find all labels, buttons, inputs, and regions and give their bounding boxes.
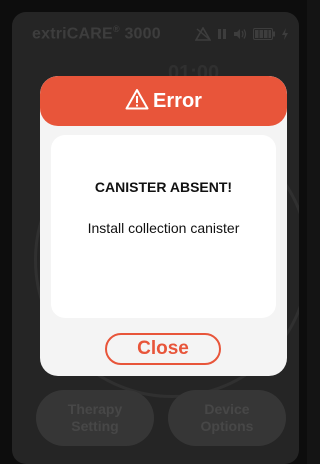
- close-button[interactable]: Close: [105, 333, 221, 365]
- dialog-title: Error: [153, 89, 202, 112]
- error-heading: CANISTER ABSENT!: [94, 179, 233, 195]
- warning-icon: [125, 88, 149, 115]
- dialog-header: Error: [40, 76, 287, 126]
- dialog-body: CANISTER ABSENT! Install collection cani…: [51, 135, 276, 318]
- error-message: Install collection canister: [87, 220, 240, 236]
- error-dialog: Error CANISTER ABSENT! Install collectio…: [40, 76, 287, 376]
